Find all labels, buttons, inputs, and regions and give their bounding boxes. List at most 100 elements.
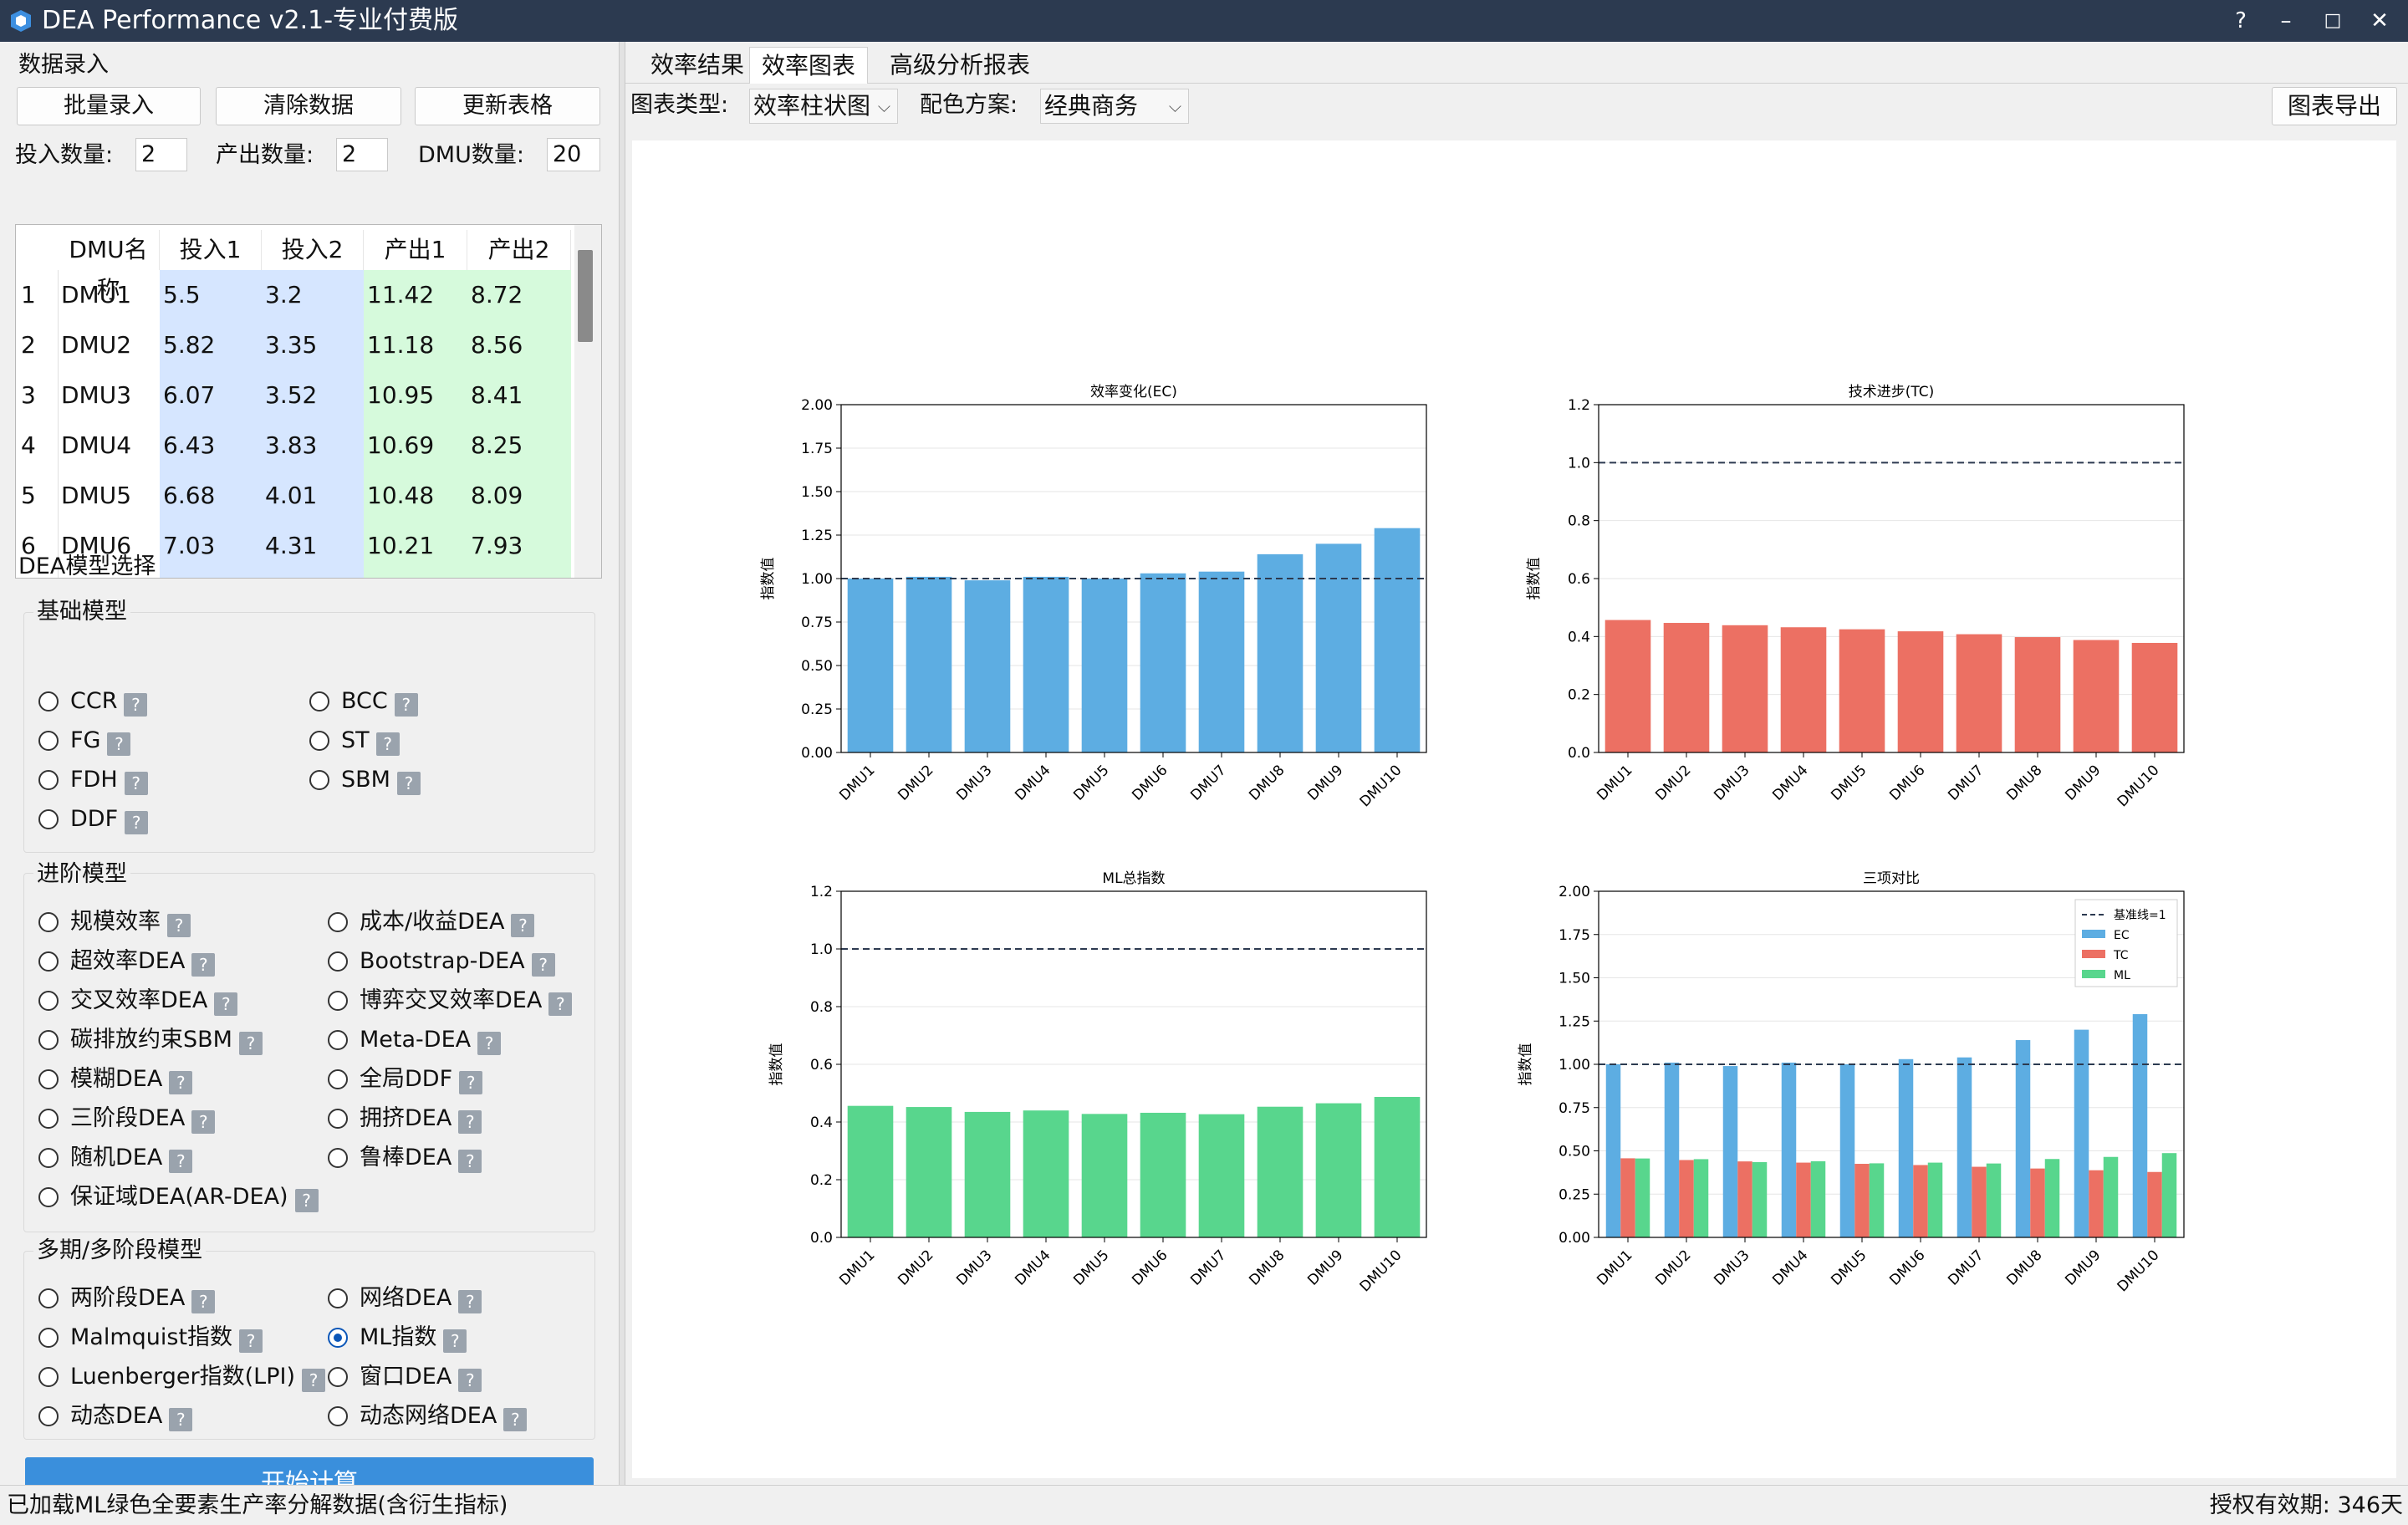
help-icon[interactable]: ? [458,1110,482,1134]
table-cell-in1[interactable]: 6.43 [160,421,260,471]
col-header-input2[interactable]: 投入2 [262,230,364,270]
help-icon[interactable]: ? [124,693,148,717]
model-option[interactable]: 网络DEA? [328,1283,595,1316]
tab-charts[interactable]: 效率图表 [749,47,869,84]
radio-unchecked-icon[interactable] [328,1406,348,1426]
help-icon[interactable]: ? [477,1032,502,1055]
model-option[interactable]: 动态DEA? [38,1400,306,1434]
model-option[interactable]: DDF? [38,803,306,837]
clear-data-button[interactable]: 清除数据 [216,87,401,125]
model-option[interactable]: 随机DEA? [38,1142,306,1176]
radio-unchecked-icon[interactable] [38,731,59,751]
table-cell-out1[interactable]: 10.95 [364,370,464,421]
model-option[interactable]: 博弈交叉效率DEA? [328,985,595,1018]
help-icon[interactable]: ? [503,1408,528,1431]
table-cell-out2[interactable]: 8.41 [467,370,568,421]
radio-unchecked-icon[interactable] [328,1030,348,1050]
model-option[interactable]: Luenberger指数(LPI)? [38,1361,325,1395]
data-table[interactable]: DMU名称 投入1 投入2 产出1 产出2 1 DMU1 5.5 3.2 11.42 8.… [15,224,602,579]
tab-results[interactable]: 效率结果 [639,47,756,84]
table-cell-name[interactable]: DMU3 [58,370,158,421]
help-icon[interactable]: ? [458,1369,482,1392]
model-option[interactable]: 窗口DEA? [328,1361,595,1395]
help-icon[interactable]: ? [511,914,535,937]
help-icon[interactable]: ? [167,914,191,937]
panel-splitter[interactable] [619,42,625,1485]
radio-unchecked-icon[interactable] [38,951,59,972]
model-option[interactable]: Bootstrap-DEA? [328,946,595,979]
col-header-output2[interactable]: 产出2 [467,230,571,270]
model-option[interactable]: FDH? [38,764,306,798]
table-cell-name[interactable]: DMU4 [58,421,158,471]
table-cell-out1[interactable]: 11.42 [364,270,464,320]
table-cell-in2[interactable]: 4.31 [262,521,362,571]
help-icon[interactable]: ? [238,1032,263,1055]
model-option[interactable]: 动态网络DEA? [328,1400,595,1434]
help-icon[interactable]: ? [169,1071,193,1094]
model-option[interactable]: 碳排放约束SBM? [38,1024,306,1058]
help-icon[interactable]: ? [107,732,131,756]
help-icon[interactable]: ? [458,1150,482,1173]
radio-unchecked-icon[interactable] [38,1406,59,1426]
chart-type-select[interactable]: 效率柱状图 ⌵ [749,89,898,124]
help-icon[interactable]: ? [214,992,238,1016]
help-icon[interactable]: ? [294,1189,319,1212]
model-option[interactable]: CCR? [38,686,306,719]
table-cell-in1[interactable]: 6.07 [160,370,260,421]
help-icon[interactable]: ? [191,1290,216,1313]
model-option[interactable]: 鲁棒DEA? [328,1142,595,1176]
radio-unchecked-icon[interactable] [38,1109,59,1129]
radio-unchecked-icon[interactable] [38,1030,59,1050]
model-option[interactable]: 两阶段DEA? [38,1283,306,1316]
radio-unchecked-icon[interactable] [38,1148,59,1168]
col-header-output1[interactable]: 产出1 [364,230,467,270]
table-cell-out2[interactable]: 8.09 [467,471,568,521]
input-count-field[interactable]: 2 [135,138,187,171]
model-option[interactable]: 拥挤DEA? [328,1103,595,1136]
help-icon[interactable]: ? [531,953,555,977]
radio-unchecked-icon[interactable] [328,1148,348,1168]
radio-unchecked-icon[interactable] [328,1367,348,1387]
radio-unchecked-icon[interactable] [38,912,59,932]
model-option[interactable]: 成本/收益DEA? [328,906,595,940]
model-option[interactable]: ML指数? [328,1322,595,1355]
model-option[interactable]: FG? [38,725,306,758]
help-icon[interactable]: ? [443,1329,467,1353]
table-cell-out1[interactable]: 11.18 [364,320,464,370]
scrollbar-thumb[interactable] [578,250,593,342]
minimize-icon[interactable]: – [2269,5,2303,37]
model-option[interactable]: Meta-DEA? [328,1024,595,1058]
radio-unchecked-icon[interactable] [38,1288,59,1308]
help-icon[interactable]: ? [394,693,418,717]
radio-unchecked-icon[interactable] [38,1187,59,1207]
table-cell-in2[interactable]: 3.2 [262,270,362,320]
table-cell-in1[interactable]: 5.82 [160,320,260,370]
radio-unchecked-icon[interactable] [328,1288,348,1308]
model-option[interactable]: 规模效率? [38,906,306,940]
col-header-input1[interactable]: 投入1 [160,230,262,270]
close-icon[interactable]: ✕ [2363,5,2396,37]
model-option[interactable]: 全局DDF? [328,1063,595,1097]
model-option[interactable]: 交叉效率DEA? [38,985,306,1018]
table-cell-name[interactable]: DMU5 [58,471,158,521]
radio-unchecked-icon[interactable] [328,951,348,972]
help-icon[interactable]: ? [169,1408,193,1431]
radio-unchecked-icon[interactable] [38,1328,59,1348]
model-option[interactable]: SBM? [309,764,577,798]
radio-unchecked-icon[interactable] [309,691,329,711]
help-icon[interactable]: ? [2224,5,2258,37]
model-option[interactable]: 三阶段DEA? [38,1103,306,1136]
model-option[interactable]: ST? [309,725,577,758]
radio-unchecked-icon[interactable] [38,1367,59,1387]
table-cell-out2[interactable]: 8.25 [467,421,568,471]
table-cell-in2[interactable]: 3.83 [262,421,362,471]
col-header-dmu[interactable]: DMU名称 [58,230,160,303]
table-cell-in2[interactable]: 4.01 [262,471,362,521]
table-cell-in2[interactable]: 3.52 [262,370,362,421]
radio-unchecked-icon[interactable] [38,770,59,790]
help-icon[interactable]: ? [239,1329,263,1353]
help-icon[interactable]: ? [125,811,149,834]
model-option[interactable]: Malmquist指数? [38,1322,306,1355]
model-option[interactable]: BCC? [309,686,577,719]
table-cell-out1[interactable]: 10.21 [364,521,464,571]
